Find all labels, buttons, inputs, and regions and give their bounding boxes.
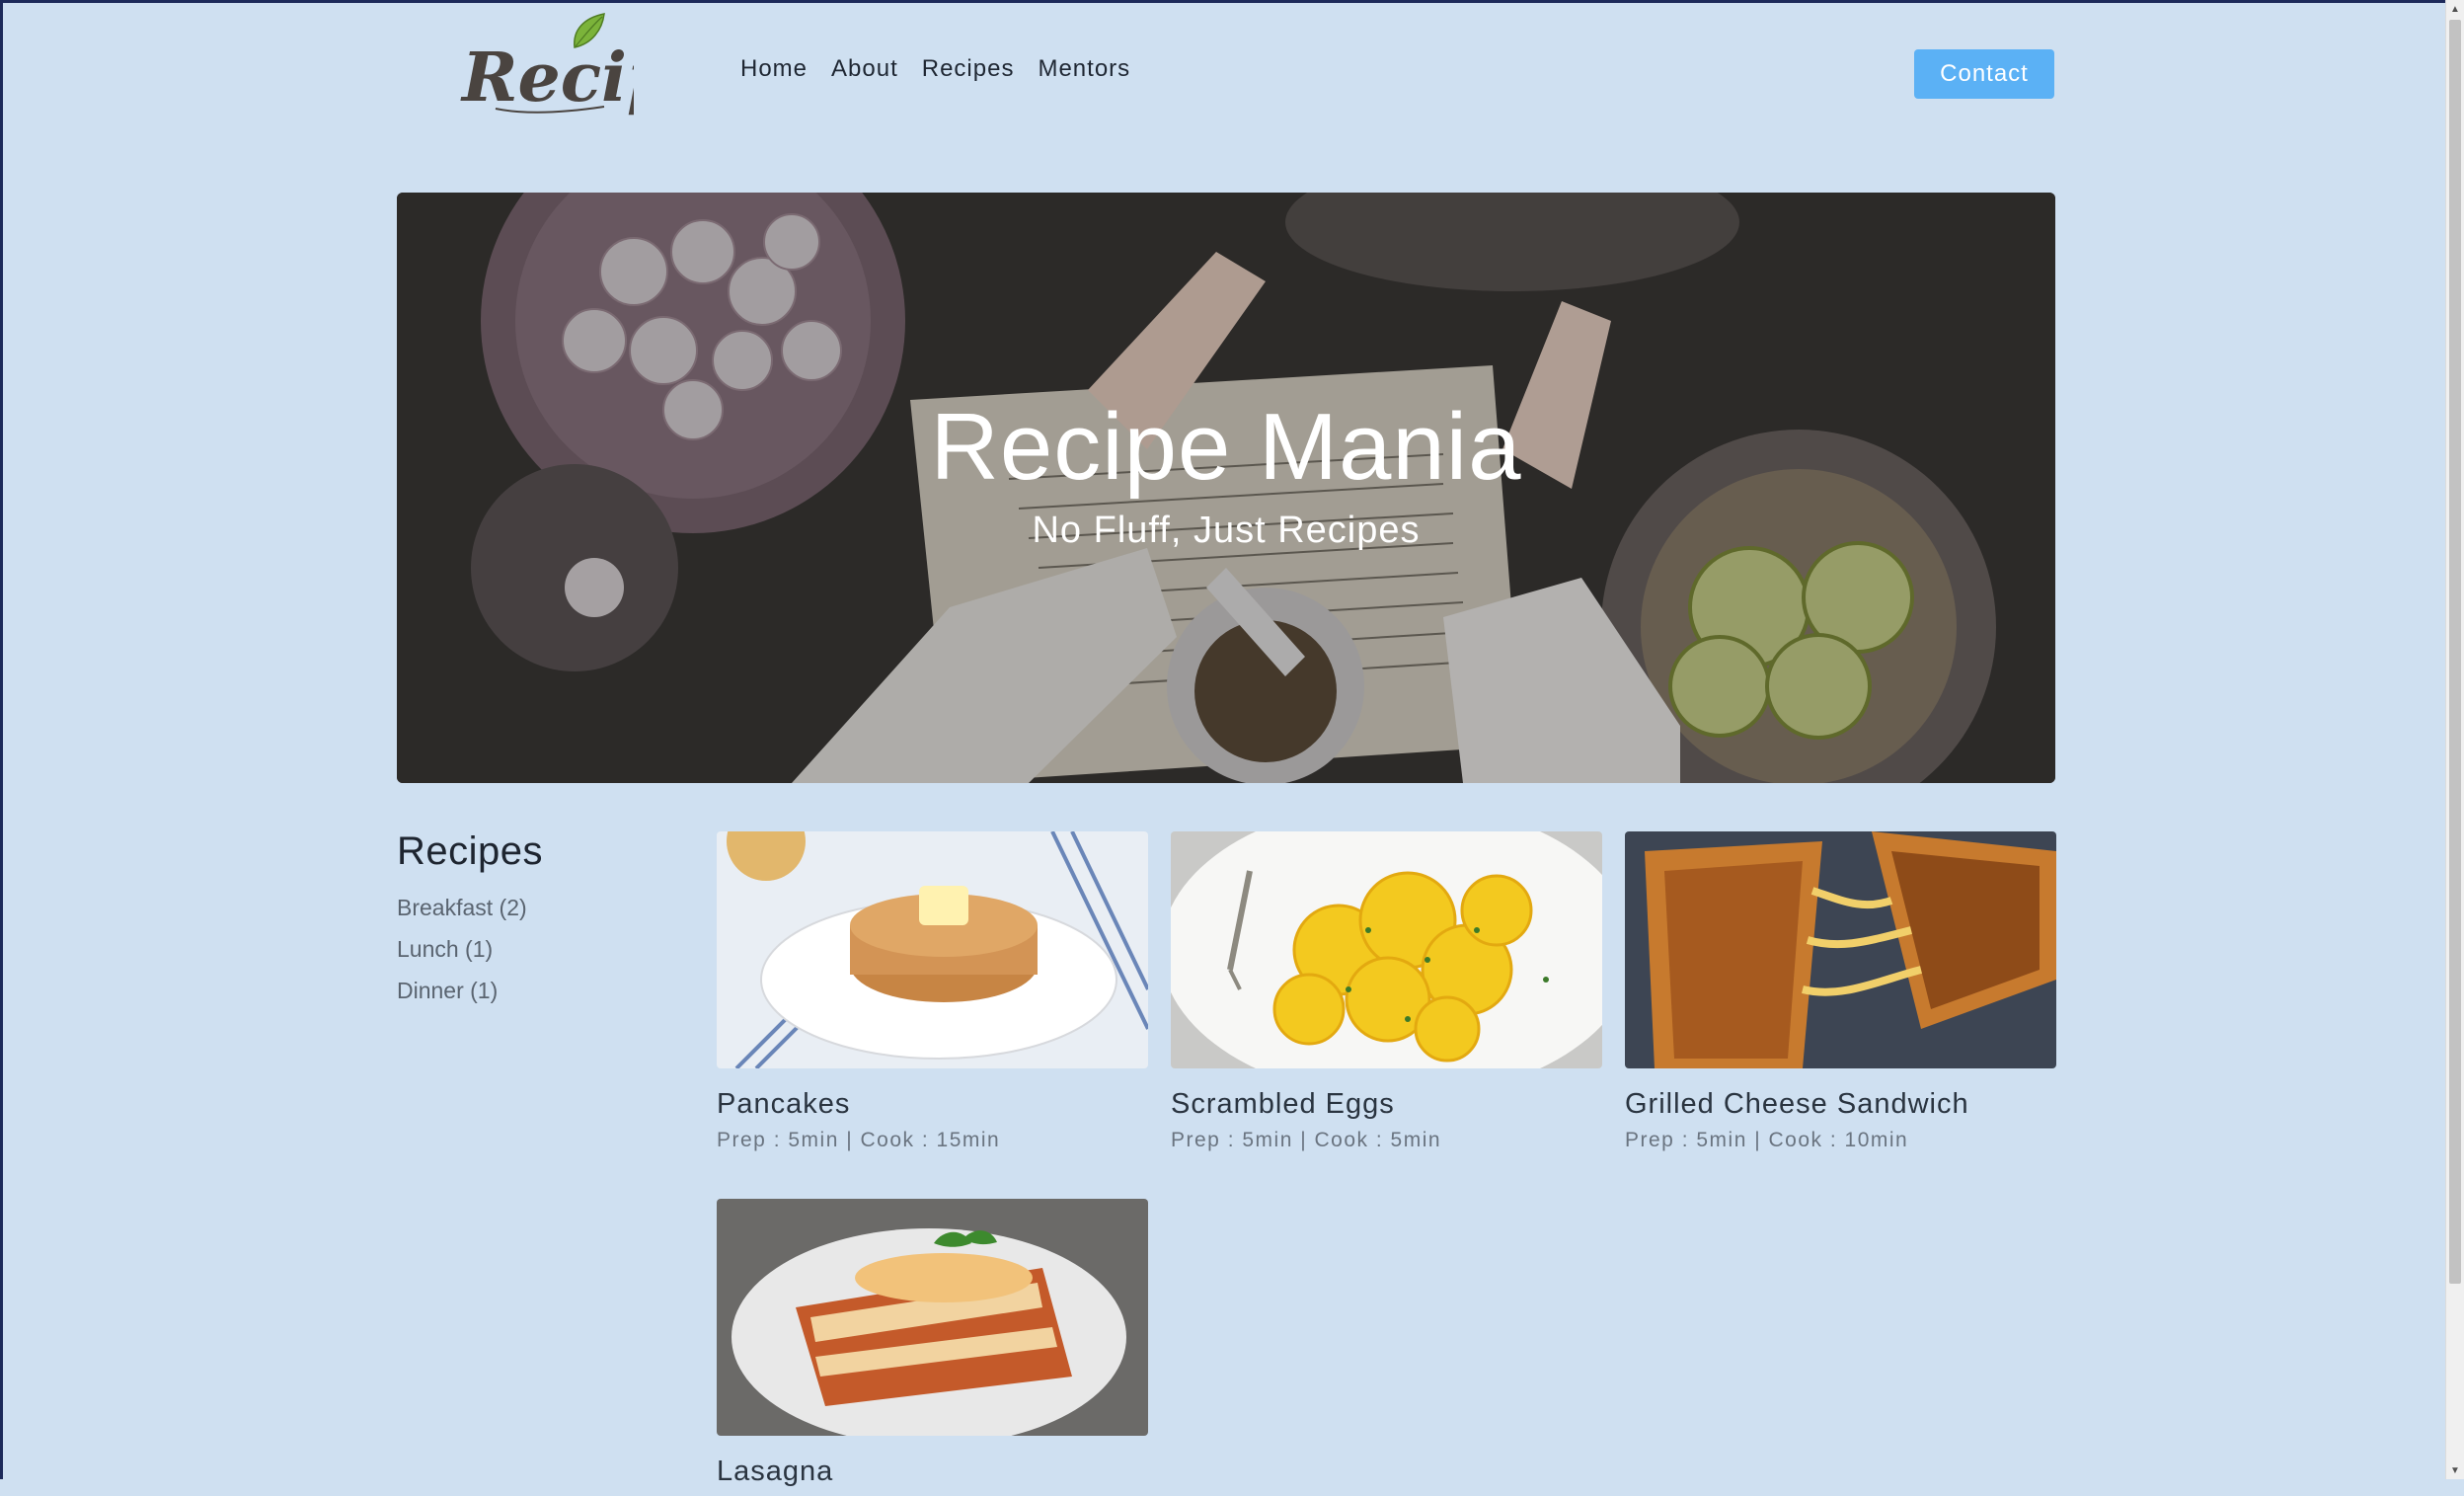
recipe-meta: Prep : 5min | Cook : 10min bbox=[1625, 1129, 1909, 1151]
recipe-meta: Prep : 5min | Cook : 15min bbox=[717, 1129, 1001, 1151]
scroll-up-arrow-icon[interactable]: ▲ bbox=[2446, 0, 2464, 18]
lasagna-image[interactable] bbox=[717, 1199, 1148, 1436]
page-scrollbar[interactable]: ▲ ▼ bbox=[2445, 0, 2464, 1479]
nav-recipes-link[interactable]: Recipes bbox=[922, 55, 1015, 83]
recipe-logo-graphic: Recipe bbox=[460, 13, 717, 118]
recipe-name[interactable]: Lasagna bbox=[717, 1456, 1148, 1488]
window-border-top bbox=[0, 0, 2464, 3]
scrambled-eggs-image[interactable] bbox=[1171, 831, 1602, 1068]
category-dinner[interactable]: Dinner (1) bbox=[397, 978, 527, 1019]
category-lunch[interactable]: Lunch (1) bbox=[397, 936, 527, 978]
nav-home-link[interactable]: Home bbox=[740, 55, 808, 83]
grilled-cheese-image[interactable] bbox=[1625, 831, 2056, 1068]
hero-title: Recipe Mania bbox=[930, 394, 1522, 500]
sidebar-title: Recipes bbox=[397, 829, 544, 873]
scroll-down-arrow-icon[interactable]: ▼ bbox=[2446, 1461, 2464, 1479]
recipe-name[interactable]: Scrambled Eggs bbox=[1171, 1088, 1602, 1121]
hero-subtitle: No Fluff, Just Recipes bbox=[1032, 510, 1421, 551]
window-border-left bbox=[0, 0, 3, 1479]
contact-button[interactable]: Contact bbox=[1914, 49, 2054, 99]
category-breakfast[interactable]: Breakfast (2) bbox=[397, 895, 527, 936]
nav-about-link[interactable]: About bbox=[831, 55, 898, 83]
recipe-name[interactable]: Grilled Cheese Sandwich bbox=[1625, 1088, 2056, 1121]
category-list: Breakfast (2) Lunch (1) Dinner (1) bbox=[397, 895, 527, 1019]
recipe-card-grilled-cheese[interactable]: Grilled Cheese Sandwich Prep : 5min | Co… bbox=[1625, 831, 2056, 1152]
recipe-card-lasagna[interactable]: Lasagna bbox=[717, 1199, 1148, 1496]
recipe-meta: Prep : 5min | Cook : 5min bbox=[1171, 1129, 1442, 1151]
main-nav: Home About Recipes Mentors bbox=[740, 55, 1130, 83]
pancakes-image[interactable] bbox=[717, 831, 1148, 1068]
recipe-card-scrambled-eggs[interactable]: Scrambled Eggs Prep : 5min | Cook : 5min bbox=[1171, 831, 1602, 1152]
scrollbar-thumb[interactable] bbox=[2449, 20, 2461, 1284]
recipe-name[interactable]: Pancakes bbox=[717, 1088, 1148, 1121]
svg-text:Recipe: Recipe bbox=[460, 39, 634, 117]
recipe-card-pancakes[interactable]: Pancakes Prep : 5min | Cook : 15min bbox=[717, 831, 1148, 1152]
site-logo[interactable]: Recipe bbox=[456, 8, 717, 118]
nav-mentors-link[interactable]: Mentors bbox=[1038, 55, 1130, 83]
